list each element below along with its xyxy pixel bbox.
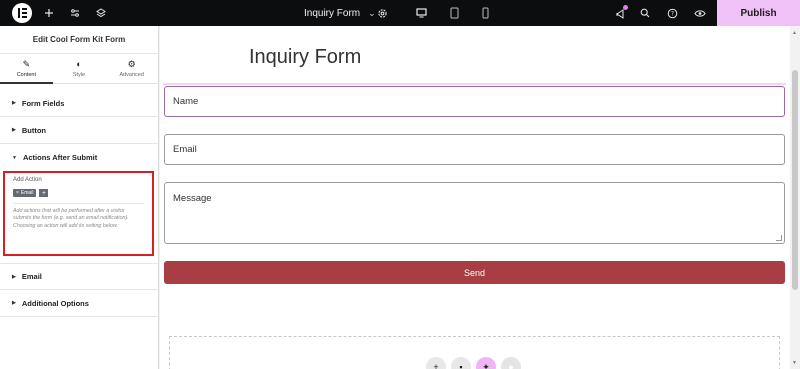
caret-right-icon: ▶: [12, 273, 16, 280]
scroll-up-icon[interactable]: ▲: [792, 30, 797, 36]
notification-dot: [623, 5, 628, 10]
active-tab-indicator: [0, 82, 53, 84]
gear-icon: ⚙: [127, 58, 136, 69]
settings-sliders-icon[interactable]: [67, 0, 83, 26]
name-placeholder: Name: [173, 96, 199, 107]
tablet-icon[interactable]: [446, 0, 462, 26]
announcement-icon[interactable]: [612, 0, 628, 26]
send-button[interactable]: Send: [164, 261, 785, 284]
tab-label: Content: [16, 71, 36, 78]
elementor-logo-icon[interactable]: [12, 3, 32, 23]
section-label: Additional Options: [21, 298, 89, 308]
section-button[interactable]: ▶ Button: [0, 117, 158, 144]
preview-eye-icon[interactable]: [692, 0, 708, 26]
add-icon[interactable]: [41, 0, 57, 26]
page-title: Inquiry Form: [304, 7, 361, 19]
name-field[interactable]: Name: [164, 86, 785, 117]
resize-handle-icon[interactable]: [776, 235, 782, 241]
publish-button[interactable]: Publish: [717, 0, 800, 26]
message-textarea[interactable]: Message: [164, 182, 785, 244]
form-heading: Inquiry Form: [249, 46, 362, 68]
section-label: Email: [21, 272, 42, 281]
panel-title: Edit Cool Form Kit Form: [0, 26, 158, 54]
tab-advanced[interactable]: ⚙ Advanced: [105, 54, 158, 83]
caret-down-icon: ▼: [12, 154, 17, 161]
section-email[interactable]: ▶ Email: [0, 263, 158, 290]
panel-tabs: ✎ Content ◐ Style ⚙ Advanced: [0, 54, 158, 84]
add-action-control: Add Action × Email + Add actions that wi…: [3, 171, 154, 256]
add-action-label: Add Action: [13, 177, 42, 183]
tab-label: Style: [72, 71, 86, 78]
add-section-dropzone[interactable]: [169, 336, 780, 369]
scroll-down-icon[interactable]: ▼: [792, 360, 797, 366]
caret-right-icon: ▶: [12, 100, 16, 106]
help-icon[interactable]: ?: [664, 0, 680, 26]
layers-icon[interactable]: [93, 0, 109, 26]
page-title-dropdown[interactable]: Inquiry Form ⌄: [304, 0, 376, 26]
section-label: Actions After Submit: [22, 153, 98, 162]
message-placeholder: Message: [173, 193, 212, 204]
remove-tag-icon[interactable]: ×: [16, 190, 19, 196]
email-placeholder: Email: [173, 144, 197, 155]
section-label: Button: [21, 125, 47, 135]
svg-text:?: ?: [670, 10, 673, 17]
canvas-scrollbar[interactable]: ▲ ▼: [790, 26, 800, 369]
tab-style[interactable]: ◐ Style: [53, 54, 106, 83]
action-tag-email[interactable]: × Email: [13, 189, 37, 197]
tag-label: Email: [20, 190, 34, 196]
action-tags: × Email +: [13, 189, 144, 197]
desktop-icon[interactable]: [413, 0, 429, 26]
scrollbar-thumb[interactable]: [792, 70, 798, 290]
caret-right-icon: ▶: [12, 127, 16, 133]
widget-selection-outline: [163, 83, 786, 85]
section-actions-after-submit[interactable]: ▼ Actions After Submit: [0, 144, 158, 171]
caret-right-icon: ▶: [12, 300, 16, 306]
contrast-icon: ◐: [76, 58, 82, 69]
mobile-icon[interactable]: [477, 0, 493, 26]
section-form-fields[interactable]: ▶ Form Fields: [0, 90, 158, 117]
add-action-help-text: Add actions that will be performed after…: [13, 203, 144, 230]
section-additional-options[interactable]: ▶ Additional Options: [0, 290, 158, 317]
tab-label: Advanced: [119, 71, 144, 78]
section-label: Form Fields: [21, 98, 65, 108]
search-icon[interactable]: [637, 0, 653, 26]
tab-content[interactable]: ✎ Content: [0, 54, 53, 83]
add-action-button[interactable]: +: [39, 189, 49, 197]
editor-panel: Edit Cool Form Kit Form ✎ Content ◐ Styl…: [0, 26, 159, 369]
email-field[interactable]: Email: [164, 134, 785, 165]
gear-icon[interactable]: [374, 0, 390, 26]
top-bar: Inquiry Form ⌄ ? Publish: [0, 0, 800, 26]
pencil-icon: ✎: [22, 58, 31, 69]
